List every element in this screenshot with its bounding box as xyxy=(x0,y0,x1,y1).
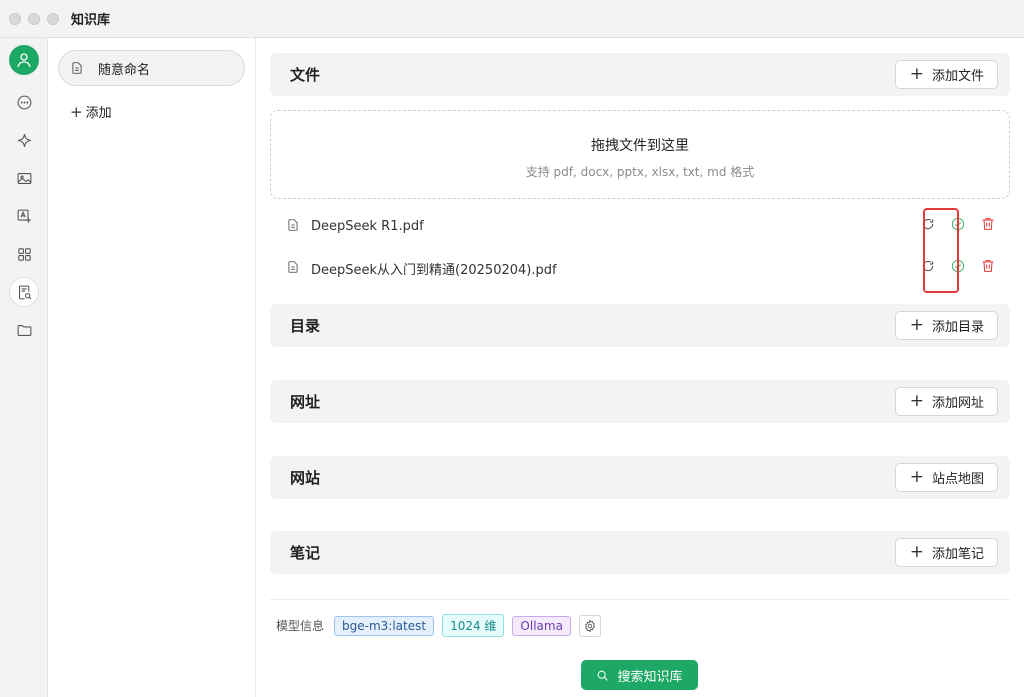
search-knowledge-base-label: 搜索知识库 xyxy=(617,669,683,685)
nav-translate-button[interactable] xyxy=(9,201,39,231)
model-info-label: 模型信息 xyxy=(276,619,325,633)
website-section-header: 网站 + 站点地图 xyxy=(270,456,1010,499)
image-icon xyxy=(17,172,31,184)
knowledge-search-icon xyxy=(18,285,31,299)
dimension-tag: 1024 维 xyxy=(442,614,505,637)
nav-assistant-button[interactable] xyxy=(9,125,39,155)
plus-icon: + xyxy=(909,64,924,84)
add-note-button[interactable]: + 添加笔记 xyxy=(894,538,998,567)
nav-knowledge-button[interactable] xyxy=(9,277,39,307)
plus-icon: + xyxy=(909,542,924,562)
file-icon xyxy=(286,259,300,278)
files-section-header: 文件 + 添加文件 xyxy=(270,53,1010,96)
add-url-button[interactable]: + 添加网址 xyxy=(894,387,998,416)
files-section-title: 文件 xyxy=(290,66,321,84)
window-title: 知识库 xyxy=(71,13,111,28)
plus-icon: + xyxy=(909,391,924,411)
directory-section-title: 目录 xyxy=(290,317,321,335)
file-dropzone[interactable]: 拖拽文件到这里 支持 pdf, docx, pptx, xlsx, txt, m… xyxy=(270,110,1010,199)
website-section-title: 网站 xyxy=(290,469,321,487)
file-icon xyxy=(286,217,300,236)
nav-chat-button[interactable] xyxy=(9,87,39,117)
directory-section-header: 目录 + 添加目录 xyxy=(270,304,1010,347)
file-row: DeepSeek从入门到精通(20250204).pdf xyxy=(286,254,996,282)
zoom-window-button[interactable] xyxy=(47,12,59,25)
model-name-tag: bge-m3:latest xyxy=(334,615,435,636)
provider-tag: Ollama xyxy=(512,615,571,636)
notes-section-header: 笔记 + 添加笔记 xyxy=(270,531,1010,574)
file-name: DeepSeek从入门到精通(20250204).pdf xyxy=(311,262,557,278)
url-section-header: 网址 + 添加网址 xyxy=(270,380,1010,423)
plus-icon: + xyxy=(70,102,83,121)
user-avatar[interactable] xyxy=(9,45,39,75)
notes-section-title: 笔记 xyxy=(290,544,321,562)
nav-files-button[interactable] xyxy=(9,315,39,345)
kb-list-item-label: 随意命名 xyxy=(98,62,151,78)
divider xyxy=(270,599,1010,600)
knowledge-base-detail: 文件 + 添加文件 拖拽文件到这里 支持 pdf, docx, pptx, xl… xyxy=(256,38,1024,697)
folder-icon xyxy=(17,324,31,336)
plus-icon: + xyxy=(909,315,924,335)
title-bar: 知识库 xyxy=(0,0,1024,38)
icon-sidebar xyxy=(0,38,48,697)
app-window: 知识库 随意命名 + 添加 文件 + 添加文件 拖拽文件到这里 支持 pdf, … xyxy=(0,0,1024,697)
add-file-button[interactable]: + 添加文件 xyxy=(894,60,998,89)
trash-icon[interactable] xyxy=(980,216,996,232)
add-note-label: 添加笔记 xyxy=(931,547,984,562)
translate-icon xyxy=(17,209,31,223)
chat-bubble-icon xyxy=(17,95,31,109)
window-controls xyxy=(9,12,59,25)
kb-list-item[interactable]: 随意命名 xyxy=(58,50,245,86)
add-knowledge-base-label: 添加 xyxy=(85,106,112,121)
document-icon xyxy=(72,62,82,74)
nav-apps-button[interactable] xyxy=(9,239,39,269)
add-file-label: 添加文件 xyxy=(931,69,984,84)
sitemap-button[interactable]: + 站点地图 xyxy=(894,463,998,492)
url-section-title: 网址 xyxy=(290,393,321,411)
grid-icon xyxy=(17,247,31,261)
search-icon xyxy=(598,670,609,681)
dropzone-subtitle: 支持 pdf, docx, pptx, xlsx, txt, md 格式 xyxy=(525,165,755,179)
trash-icon[interactable] xyxy=(980,258,996,274)
file-row: DeepSeek R1.pdf xyxy=(286,212,996,240)
close-window-button[interactable] xyxy=(9,12,21,25)
add-knowledge-base-button[interactable]: + 添加 xyxy=(70,102,112,122)
nav-images-button[interactable] xyxy=(9,163,39,193)
file-name: DeepSeek R1.pdf xyxy=(311,218,424,234)
add-directory-button[interactable]: + 添加目录 xyxy=(894,311,998,340)
model-settings-button[interactable] xyxy=(578,614,601,637)
sitemap-label: 站点地图 xyxy=(931,472,984,487)
minimize-window-button[interactable] xyxy=(28,12,40,25)
model-info-row: 模型信息 bge-m3:latest 1024 维 Ollama xyxy=(276,614,601,637)
gear-icon xyxy=(585,619,595,632)
user-icon xyxy=(17,53,31,67)
dropzone-title: 拖拽文件到这里 xyxy=(591,138,689,154)
plus-icon: + xyxy=(909,467,924,487)
add-directory-label: 添加目录 xyxy=(931,320,984,335)
status-highlight-box xyxy=(923,208,959,293)
knowledge-base-list: 随意命名 + 添加 xyxy=(48,38,256,697)
add-url-label: 添加网址 xyxy=(931,396,984,411)
search-knowledge-base-button[interactable]: 搜索知识库 xyxy=(581,660,698,690)
sparkle-icon xyxy=(17,133,31,147)
